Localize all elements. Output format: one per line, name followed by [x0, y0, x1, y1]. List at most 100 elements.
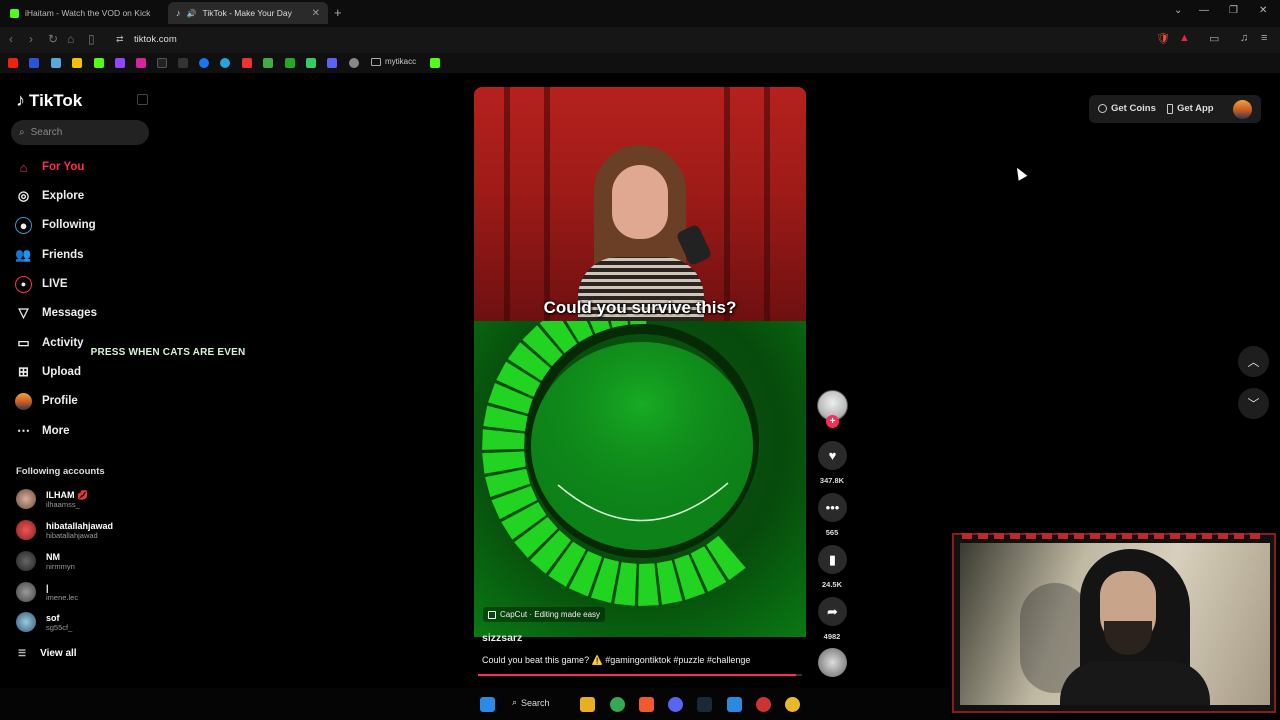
app-icon[interactable] — [727, 697, 742, 712]
account-item[interactable]: | imene.lec — [16, 582, 78, 602]
search-icon: ⌕ — [19, 127, 25, 138]
streamer-face — [612, 165, 668, 239]
forward-icon[interactable]: › — [29, 32, 33, 46]
collapse-sidebar-icon[interactable] — [137, 94, 148, 105]
nav-upload[interactable]: ⊞ Upload — [15, 362, 81, 382]
nav-explore[interactable]: ◎ Explore — [15, 186, 84, 206]
nav-profile[interactable]: Profile — [15, 391, 78, 411]
capcut-badge[interactable]: CapCut · Editing made easy — [483, 607, 606, 622]
search-bar[interactable]: ⌕ — [11, 120, 149, 145]
nav-live[interactable]: ● LIVE — [15, 274, 68, 294]
bookmark-3-icon[interactable] — [51, 58, 61, 68]
signal-bookmark-icon[interactable] — [430, 58, 440, 68]
menu-icon[interactable]: ≡ — [1261, 32, 1267, 44]
nav-label: Messages — [42, 307, 97, 319]
video-player[interactable]: Could you survive this? — [474, 87, 806, 637]
account-item[interactable]: NM nirmmyn — [16, 551, 75, 571]
nav-messages[interactable]: ▽ Messages — [15, 303, 97, 323]
overlay-frame-decoration — [962, 533, 1262, 539]
bookmark-icon[interactable]: ▯ — [88, 32, 95, 46]
obs-icon[interactable] — [756, 697, 771, 712]
get-app-button[interactable]: Get App — [1167, 103, 1214, 114]
reload-icon[interactable]: ↻ — [48, 32, 58, 46]
search-input[interactable] — [30, 127, 131, 138]
brave-shield-icon[interactable]: 🛡 — [1156, 32, 1170, 45]
bookmark-4-icon[interactable] — [72, 58, 82, 68]
nav-label: Explore — [42, 190, 85, 202]
bookmark-12-icon[interactable] — [242, 58, 252, 68]
discord-icon[interactable] — [668, 697, 683, 712]
globe-bookmark-icon[interactable] — [349, 58, 359, 68]
nav-for-you[interactable]: ⌂ For You — [15, 157, 85, 177]
video-progress-bar[interactable] — [478, 674, 802, 676]
close-tab-icon[interactable]: ✕ — [312, 8, 320, 19]
share-button[interactable]: ➦ — [818, 597, 847, 626]
new-tab-button[interactable]: + — [334, 5, 342, 20]
account-item[interactable]: sof sg55cf_ — [16, 612, 72, 632]
search-icon: ⌕ — [512, 697, 518, 707]
bookmark-15-icon[interactable] — [306, 58, 316, 68]
nav-following[interactable]: ● Following — [15, 215, 96, 235]
bookmark-13-icon[interactable] — [263, 58, 273, 68]
view-all-button[interactable]: ☰ View all — [18, 648, 77, 659]
tiktok-bookmark-icon[interactable] — [157, 58, 167, 68]
save-button[interactable]: ▮ — [818, 545, 847, 574]
media-icon[interactable]: ♫ — [1240, 32, 1248, 44]
bookmark-2-icon[interactable] — [29, 58, 39, 68]
nav-friends[interactable]: 👥 Friends — [15, 245, 83, 265]
get-coins-button[interactable]: Get Coins — [1098, 103, 1156, 114]
like-button[interactable]: ♥ — [818, 441, 847, 470]
speaker-icon[interactable]: 🔊 — [187, 9, 197, 18]
webcam-footage: Could you survive this? — [474, 87, 806, 321]
sidebar-toggle-icon[interactable]: ▭ — [1209, 32, 1219, 45]
back-icon[interactable]: ‹ — [9, 32, 13, 46]
chrome-icon[interactable] — [610, 697, 625, 712]
twitch-bookmark-icon[interactable] — [115, 58, 125, 68]
compass-icon: ◎ — [17, 188, 30, 203]
browser-tab-tiktok[interactable]: ♪ 🔊 TikTok - Make Your Day ✕ — [168, 2, 328, 24]
account-item[interactable]: hibatallahjawad hibatallahjawad — [16, 520, 113, 540]
tiktok-logo[interactable]: ♪ TikTok — [16, 90, 82, 111]
bookmark-14-icon[interactable] — [285, 58, 295, 68]
taskbar-search[interactable]: ⌕ Search — [512, 697, 550, 708]
next-video-button[interactable]: ﹀ — [1238, 388, 1269, 419]
user-avatar[interactable] — [1233, 100, 1252, 119]
logo-text: TikTok — [29, 90, 83, 110]
close-window-icon[interactable]: ✕ — [1259, 5, 1267, 16]
brave-rewards-icon[interactable]: ▲ — [1179, 32, 1190, 44]
steam-icon[interactable] — [697, 697, 712, 712]
bookmark-16-icon[interactable] — [327, 58, 337, 68]
browser-tab-kick[interactable]: iHaitam - Watch the VOD on Kick — [2, 2, 162, 24]
comment-button[interactable]: ••• — [818, 493, 847, 522]
youtube-bookmark-icon[interactable] — [8, 58, 18, 68]
file-explorer-icon[interactable] — [580, 697, 595, 712]
nav-label: LIVE — [42, 278, 68, 290]
account-item[interactable]: ILHAM 💋 ilhaamss_ — [16, 489, 88, 509]
kick-bookmark-icon[interactable] — [94, 58, 104, 68]
previous-video-button[interactable]: ︿ — [1238, 346, 1269, 377]
tab-list-icon[interactable]: ⌄ — [1174, 5, 1182, 16]
bookmark-folder[interactable]: mytikacc — [371, 57, 416, 66]
friends-icon: 👥 — [15, 247, 32, 262]
minimize-icon[interactable]: — — [1199, 5, 1209, 16]
follow-plus-icon[interactable]: + — [826, 415, 839, 428]
chrome-alt-icon[interactable] — [785, 697, 800, 712]
instagram-bookmark-icon[interactable] — [136, 58, 146, 68]
url-field[interactable]: tiktok.com — [134, 34, 177, 45]
press-circle-gloss — [531, 342, 753, 550]
facebook-bookmark-icon[interactable] — [199, 58, 209, 68]
nav-label: Following — [42, 219, 96, 231]
nav-more[interactable]: ⋯ More — [15, 421, 69, 441]
brave-icon[interactable] — [639, 697, 654, 712]
video-username[interactable]: sizzsarz — [482, 632, 522, 644]
profile-avatar — [15, 392, 32, 410]
restore-icon[interactable]: ❐ — [1229, 5, 1238, 16]
nav-label: More — [42, 425, 70, 437]
telegram-bookmark-icon[interactable] — [220, 58, 230, 68]
windows-start-icon[interactable] — [480, 697, 495, 712]
x-bookmark-icon[interactable] — [178, 58, 188, 68]
home-browser-icon[interactable]: ⌂ — [67, 32, 74, 46]
account-name: ILHAM 💋 — [46, 489, 89, 500]
site-info-icon[interactable]: ⇄ — [116, 34, 124, 45]
music-disc-icon[interactable] — [818, 648, 847, 677]
